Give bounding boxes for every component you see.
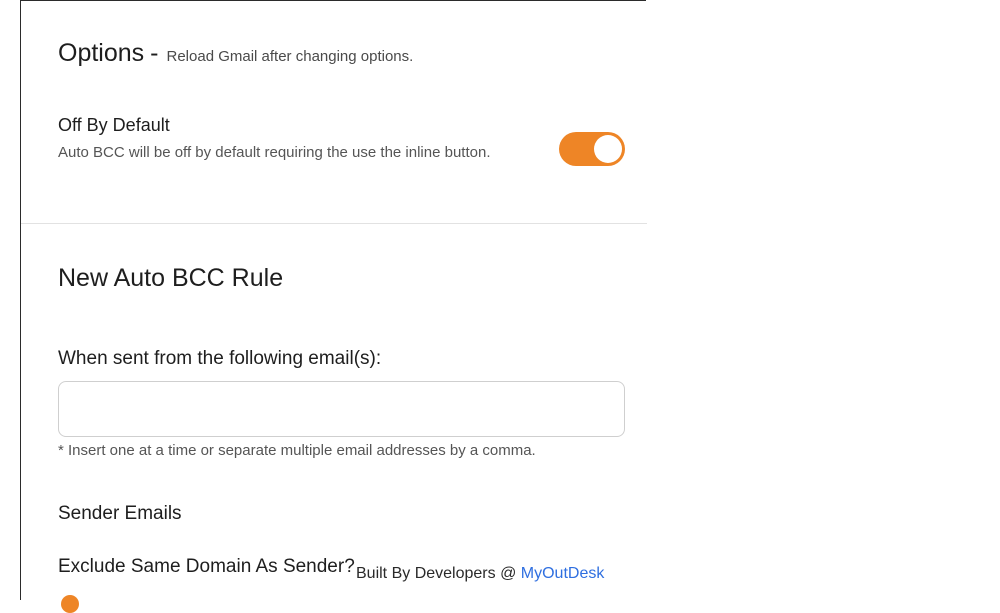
section-divider [21, 223, 647, 224]
footer-credit: Built By Developers @ MyOutDesk [356, 565, 604, 583]
options-subtitle: Reload Gmail after changing options. [166, 48, 414, 65]
options-separator: - [150, 39, 159, 67]
new-rule-title: New Auto BCC Rule [58, 264, 284, 292]
options-title: Options [58, 39, 145, 67]
myoutdesk-link[interactable]: MyOutDesk [521, 565, 605, 582]
off-by-default-toggle[interactable] [559, 132, 625, 166]
settings-panel: Options - Reload Gmail after changing op… [20, 0, 647, 613]
off-by-default-description: Auto BCC will be off by default requirin… [58, 144, 491, 161]
footer-prefix: Built By Developers @ [356, 565, 517, 582]
exclude-same-domain-radio[interactable] [61, 595, 79, 613]
sender-email-input[interactable] [58, 381, 625, 437]
options-header: Options - Reload Gmail after changing op… [58, 39, 413, 68]
exclude-same-domain-label: Exclude Same Domain As Sender? [58, 556, 355, 577]
email-hint: * Insert one at a time or separate multi… [58, 442, 536, 459]
email-field-label: When sent from the following email(s): [58, 348, 382, 369]
toggle-knob [594, 135, 622, 163]
off-by-default-label: Off By Default [58, 115, 170, 135]
sender-emails-label: Sender Emails [58, 503, 182, 524]
